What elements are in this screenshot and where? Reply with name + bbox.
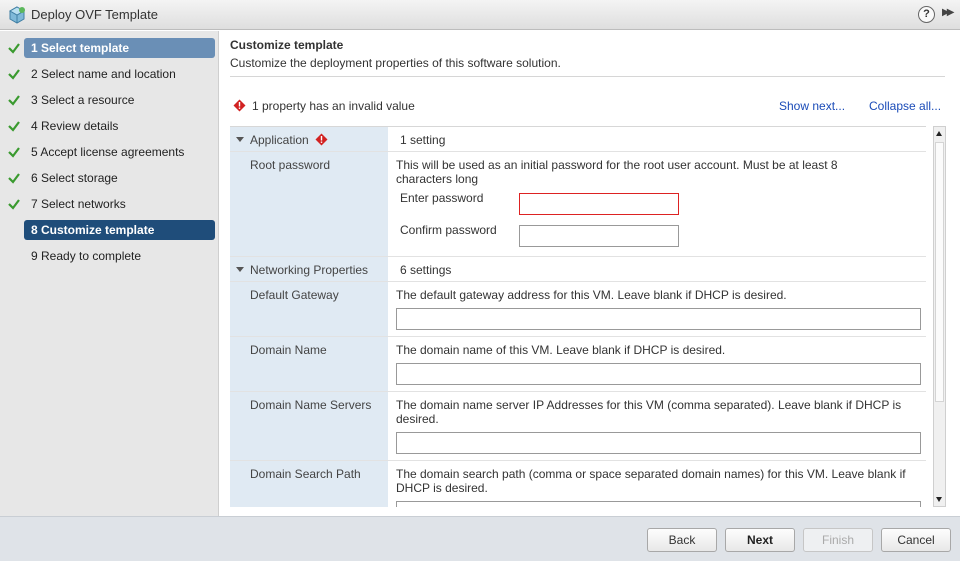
help-icon[interactable]: ? [918, 6, 935, 23]
property-label: Root password [250, 158, 331, 172]
property-label: Default Gateway [250, 288, 339, 302]
finish-button[interactable]: Finish [803, 528, 873, 552]
check-icon [8, 173, 20, 184]
property-label: Domain Name Servers [250, 398, 372, 412]
row-default-gateway: Default Gateway The default gateway addr… [230, 282, 926, 337]
domain-name-input[interactable] [396, 363, 921, 385]
confirm-password-label: Confirm password [400, 223, 497, 237]
property-label: Domain Name [250, 343, 327, 357]
page-title: Customize template [230, 38, 344, 52]
check-icon [8, 199, 20, 210]
window-titlebar: Deploy OVF Template ? ▶▶ [0, 0, 960, 30]
arrow-down-icon [936, 497, 942, 502]
back-button[interactable]: Back [647, 528, 717, 552]
property-description: This will be used as an initial password… [396, 158, 838, 186]
step-label: 5 Accept license agreements [31, 145, 185, 159]
step-select-template[interactable]: 1 Select template [0, 37, 219, 63]
check-icon [8, 69, 20, 80]
collapse-triangle-icon[interactable] [236, 137, 244, 142]
window-title: Deploy OVF Template [31, 7, 158, 22]
enter-password-label: Enter password [400, 191, 484, 205]
step-label: 3 Select a resource [31, 93, 135, 107]
wizard-steps-sidebar: 1 Select template 2 Select name and loca… [0, 31, 219, 516]
validation-bar: 1 property has an invalid value Show nex… [230, 97, 948, 115]
ovf-package-icon [8, 6, 26, 24]
error-icon [315, 133, 328, 146]
next-button[interactable]: Next [725, 528, 795, 552]
check-icon [8, 43, 20, 54]
row-root-password: Root password This will be used as an in… [230, 152, 926, 257]
collapse-triangle-icon[interactable] [236, 267, 244, 272]
step-label: 9 Ready to complete [31, 249, 142, 263]
arrow-up-icon [936, 131, 942, 136]
confirm-password-input[interactable] [519, 225, 679, 247]
step-customize-template[interactable]: 8 Customize template [0, 219, 219, 245]
row-domain-search-path: Domain Search Path The domain search pat… [230, 461, 926, 507]
row-domain-name: Domain Name The domain name of this VM. … [230, 337, 926, 392]
step-select-resource[interactable]: 3 Select a resource [0, 89, 219, 115]
vertical-scrollbar[interactable] [933, 126, 946, 507]
step-label: 7 Select networks [31, 197, 126, 211]
cancel-button[interactable]: Cancel [881, 528, 951, 552]
show-next-link[interactable]: Show next... [779, 99, 845, 113]
domain-name-servers-input[interactable] [396, 432, 921, 454]
property-description: The domain name of this VM. Leave blank … [396, 343, 726, 357]
default-gateway-input[interactable] [396, 308, 921, 330]
collapse-all-link[interactable]: Collapse all... [869, 99, 941, 113]
step-label: 8 Customize template [24, 220, 215, 240]
group-label: Networking Properties [250, 263, 369, 277]
step-select-networks[interactable]: 7 Select networks [0, 193, 219, 219]
properties-grid: Application 1 setting Root password This… [230, 126, 926, 507]
scroll-down-button[interactable] [934, 493, 945, 506]
scroll-thumb[interactable] [935, 142, 944, 402]
check-icon [8, 95, 20, 106]
header-divider [230, 76, 945, 77]
enter-password-input[interactable] [519, 193, 679, 215]
check-icon [8, 121, 20, 132]
expand-icon[interactable]: ▶▶ [942, 7, 955, 18]
step-review-details[interactable]: 4 Review details [0, 115, 219, 141]
group-networking[interactable]: Networking Properties 6 settings [230, 257, 926, 282]
group-setting-count: 1 setting [400, 133, 446, 147]
error-icon [233, 99, 246, 112]
check-icon [8, 147, 20, 158]
property-description: The default gateway address for this VM.… [396, 288, 787, 302]
step-select-name-location[interactable]: 2 Select name and location [0, 63, 219, 89]
row-domain-name-servers: Domain Name Servers The domain name serv… [230, 392, 926, 461]
step-select-storage[interactable]: 6 Select storage [0, 167, 219, 193]
main-panel: Customize template Customize the deploym… [220, 31, 960, 516]
wizard-footer: Back Next Finish Cancel [0, 516, 960, 561]
step-label: 4 Review details [31, 119, 119, 133]
step-label: 6 Select storage [31, 171, 118, 185]
page-subtitle: Customize the deployment properties of t… [230, 56, 561, 70]
step-label: 2 Select name and location [31, 67, 176, 81]
property-description: The domain search path (comma or space s… [396, 467, 906, 495]
group-label: Application [250, 133, 309, 147]
group-application[interactable]: Application 1 setting [230, 127, 926, 152]
step-accept-license[interactable]: 5 Accept license agreements [0, 141, 219, 167]
group-setting-count: 6 settings [400, 263, 452, 277]
domain-search-path-input[interactable] [396, 501, 921, 507]
property-label: Domain Search Path [250, 467, 361, 481]
step-ready-to-complete[interactable]: 9 Ready to complete [0, 245, 219, 271]
step-label: 1 Select template [24, 38, 215, 58]
property-description: The domain name server IP Addresses for … [396, 398, 902, 426]
validation-message: 1 property has an invalid value [252, 99, 415, 113]
scroll-up-button[interactable] [934, 127, 945, 140]
